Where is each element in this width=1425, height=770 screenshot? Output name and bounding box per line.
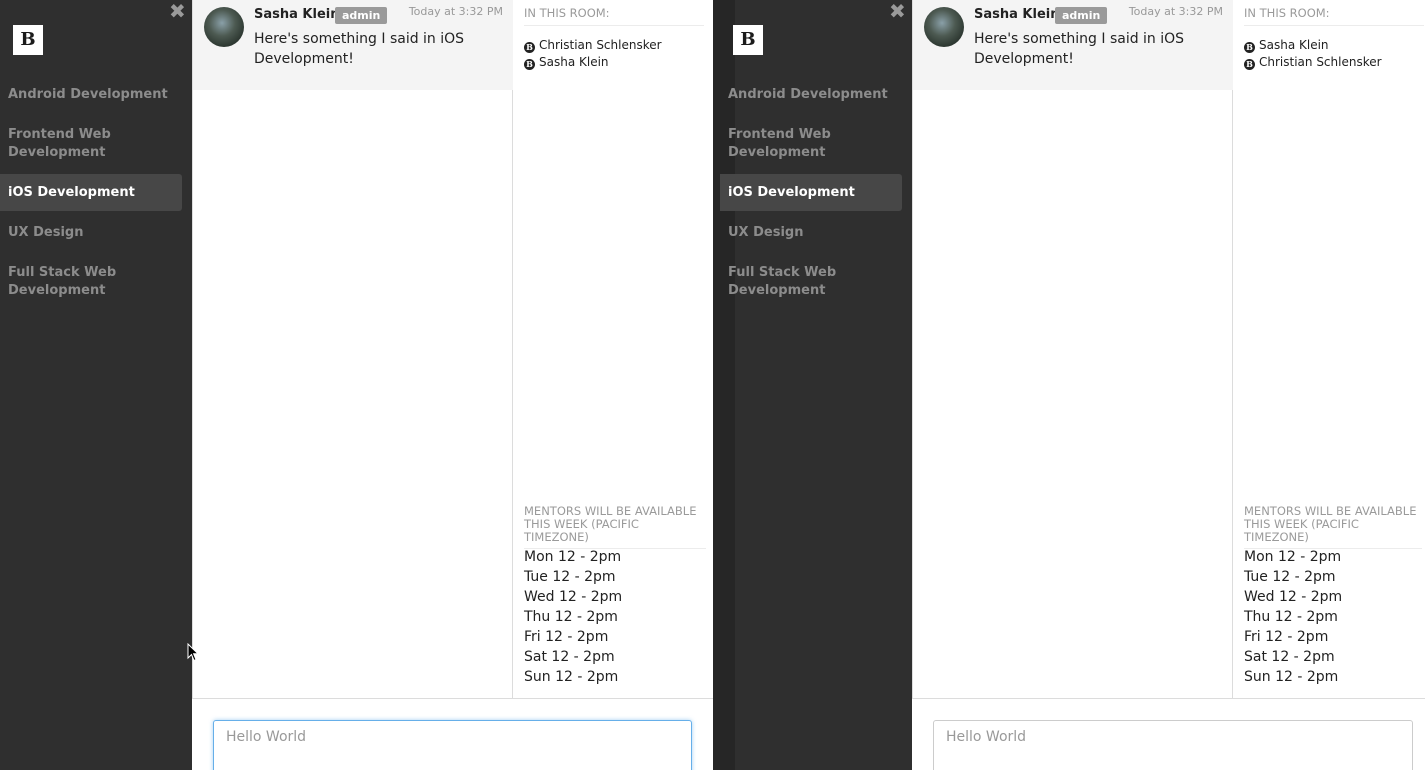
chat-window-left: ✖ B Android Development Frontend Web Dev… [0, 0, 713, 770]
message-timestamp: Today at 3:32 PM [1128, 5, 1223, 18]
message-composer [912, 698, 1425, 770]
mouse-cursor-icon [187, 643, 199, 662]
schedule-item: Wed 12 - 2pm [1244, 589, 1343, 605]
schedule-item: Mon 12 - 2pm [524, 549, 622, 565]
schedule-item: Thu 12 - 2pm [524, 609, 618, 625]
room-info-panel: IN THIS ROOM: B Sasha Klein B Christian Sc… [1233, 0, 1425, 698]
schedule-item: Fri 12 - 2pm [1244, 629, 1329, 645]
message-item: Sasha Klein admin Today at 3:32 PM Here'… [193, 0, 513, 90]
admin-badge: admin [1055, 7, 1108, 24]
message-area: Sasha Klein admin Today at 3:32 PM Here'… [912, 0, 1233, 698]
message-author: Sasha Klein [974, 7, 1060, 22]
chat-window-right: ✖ B Android Development Frontend Web Dev… [713, 0, 1425, 770]
message-input[interactable] [213, 720, 692, 770]
room-sidebar: ✖ B Android Development Frontend Web Dev… [0, 0, 192, 770]
members-header: IN THIS ROOM: [524, 6, 704, 26]
avatar [924, 7, 964, 47]
room-item-android[interactable]: Android Development [0, 86, 182, 104]
bloc-member-icon: B [524, 42, 535, 53]
bloc-logo: B [733, 25, 763, 55]
room-item-fullstack[interactable]: Full Stack Web Development [0, 264, 130, 300]
schedule-item: Sat 12 - 2pm [524, 649, 615, 665]
bloc-member-icon: B [1244, 59, 1255, 70]
member-item: B Christian Schlensker [1244, 55, 1382, 70]
schedule-item: Wed 12 - 2pm [524, 589, 623, 605]
member-item: B Sasha Klein [524, 55, 609, 70]
member-item: B Sasha Klein [1244, 38, 1329, 53]
room-item-ios[interactable]: iOS Development [720, 174, 902, 211]
message-timestamp: Today at 3:32 PM [408, 5, 503, 18]
members-header: IN THIS ROOM: [1244, 6, 1424, 26]
room-item-ios[interactable]: iOS Development [0, 174, 182, 211]
sidebar-strip [713, 0, 735, 770]
schedule-item: Thu 12 - 2pm [1244, 609, 1338, 625]
message-text: Here's something I said in iOS Developme… [254, 31, 465, 67]
schedule-item: Sun 12 - 2pm [1244, 669, 1339, 685]
schedule-item: Mon 12 - 2pm [1244, 549, 1342, 565]
room-item-fullstack[interactable]: Full Stack Web Development [720, 264, 850, 300]
room-item-android[interactable]: Android Development [720, 86, 902, 104]
member-item: B Christian Schlensker [524, 38, 662, 53]
message-text: Here's something I said in iOS Developme… [974, 31, 1185, 67]
schedule-item: Sun 12 - 2pm [524, 669, 619, 685]
schedule-item: Tue 12 - 2pm [1244, 569, 1336, 585]
admin-badge: admin [335, 7, 388, 24]
message-author: Sasha Klein [254, 7, 340, 22]
schedule-item: Fri 12 - 2pm [524, 629, 609, 645]
schedule-item: Tue 12 - 2pm [524, 569, 616, 585]
room-info-panel: IN THIS ROOM: B Christian Schlensker B Sas… [513, 0, 713, 698]
close-icon[interactable]: ✖ [169, 1, 186, 21]
bloc-logo: B [13, 25, 43, 55]
avatar [204, 7, 244, 47]
mentors-header: MENTORS WILL BE AVAILABLE THIS WEEK (PAC… [524, 505, 706, 549]
mentors-header: MENTORS WILL BE AVAILABLE THIS WEEK (PAC… [1244, 505, 1422, 549]
room-item-ux[interactable]: UX Design [720, 224, 902, 242]
room-sidebar: ✖ B Android Development Frontend Web Dev… [713, 0, 912, 770]
bloc-member-icon: B [524, 59, 535, 70]
message-composer [192, 698, 713, 770]
room-item-frontend[interactable]: Frontend Web Development [0, 126, 130, 162]
room-item-ux[interactable]: UX Design [0, 224, 182, 242]
bloc-member-icon: B [1244, 42, 1255, 53]
schedule-item: Sat 12 - 2pm [1244, 649, 1335, 665]
message-area: Sasha Klein admin Today at 3:32 PM Here'… [192, 0, 513, 698]
room-item-frontend[interactable]: Frontend Web Development [720, 126, 850, 162]
close-icon[interactable]: ✖ [889, 1, 906, 21]
message-item: Sasha Klein admin Today at 3:32 PM Here'… [913, 0, 1233, 90]
message-input[interactable] [933, 720, 1413, 770]
